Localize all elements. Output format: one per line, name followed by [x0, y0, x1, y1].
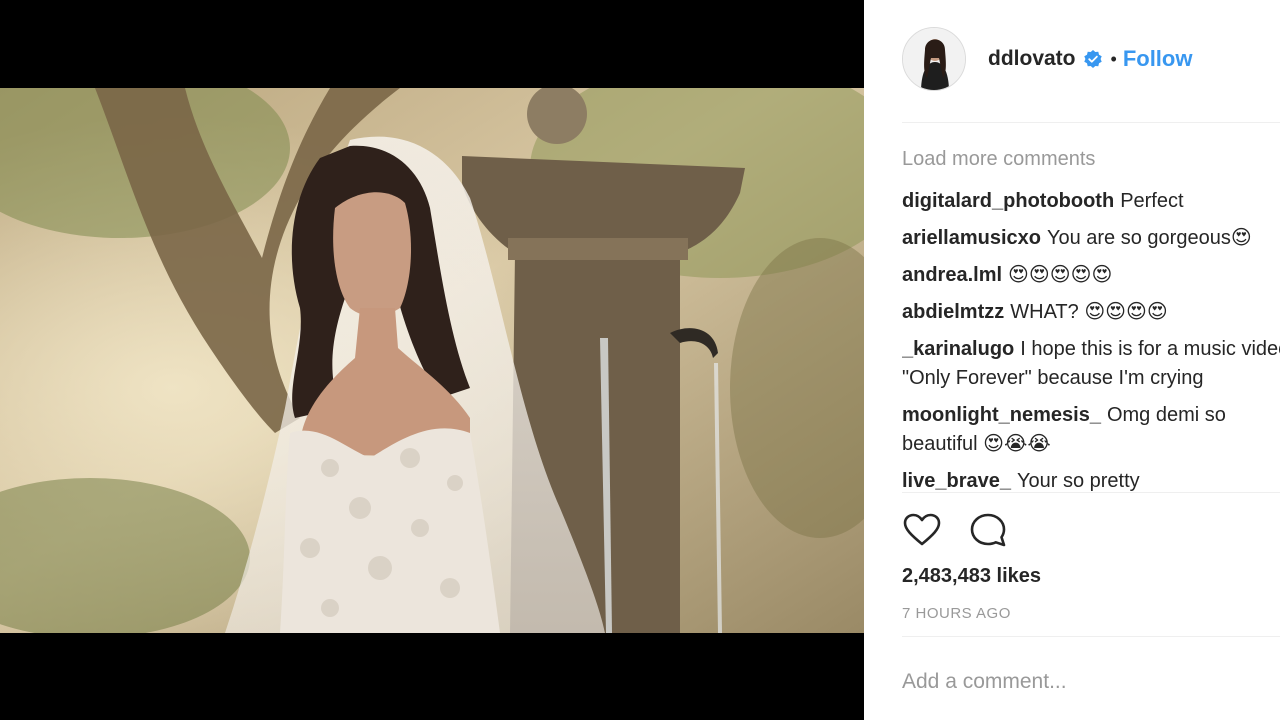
post-actions [902, 510, 1034, 550]
comment-item: andrea.lml 😍😍😍😍😍 [902, 261, 1280, 290]
heart-icon [903, 513, 941, 546]
comment-author-link[interactable]: abdielmtzz [902, 301, 1004, 323]
comment-button[interactable] [968, 510, 1008, 550]
follow-button[interactable]: Follow [1123, 46, 1193, 72]
comment-author-link[interactable]: moonlight_nemesis_ [902, 404, 1101, 426]
post-timestamp[interactable]: 7 HOURS AGO [902, 605, 1011, 622]
post-photo[interactable] [0, 88, 864, 633]
username-link[interactable]: ddlovato [988, 47, 1076, 71]
comment-item: live_brave_ Your so pretty [902, 467, 1280, 491]
separator-dot: • [1110, 48, 1117, 69]
comment-item: moonlight_nemesis_ Omg demi so beautiful … [902, 401, 1272, 459]
post-side-panel: ddlovato • Follow Load more comments dig… [864, 0, 1280, 720]
comment-item: digitalard_photobooth Perfect [902, 187, 1280, 216]
comment-item: abdielmtzz WHAT? 😍😍😍😍 [902, 298, 1280, 327]
comment-author-link[interactable]: live_brave_ [902, 470, 1011, 491]
comment-author-link[interactable]: digitalard_photobooth [902, 190, 1114, 212]
comment-author-link[interactable]: _karinalugo [902, 338, 1014, 360]
post-header: ddlovato • Follow [902, 24, 1192, 94]
avatar[interactable] [902, 27, 966, 91]
like-button[interactable] [902, 510, 942, 550]
add-comment-input[interactable] [902, 665, 1272, 699]
likes-count[interactable]: 2,483,483 likes [902, 565, 1041, 588]
comment-text: 😍😍😍😍😍 [1008, 264, 1113, 286]
divider [902, 492, 1280, 493]
comment-item: ariellamusicxo You are so gorgeous😍 [902, 224, 1280, 253]
divider [902, 636, 1280, 637]
comments-list[interactable]: Load more comments digitalard_photobooth… [902, 138, 1280, 491]
comment-text: You are so gorgeous😍 [1046, 227, 1252, 249]
divider [902, 122, 1280, 123]
comment-author-link[interactable]: andrea.lml [902, 264, 1002, 286]
comment-text: Perfect [1120, 190, 1184, 212]
comment-text: Your so pretty [1016, 470, 1140, 491]
load-more-comments-button[interactable]: Load more comments [902, 146, 1280, 172]
verified-badge-icon [1083, 50, 1102, 68]
comment-item: _karinalugo I hope this is for a music vi… [902, 335, 1280, 393]
post-media-area [0, 0, 864, 720]
comment-bubble-icon [970, 513, 1006, 547]
comment-text: WHAT? 😍😍😍😍 [1010, 301, 1168, 323]
comment-author-link[interactable]: ariellamusicxo [902, 227, 1041, 249]
